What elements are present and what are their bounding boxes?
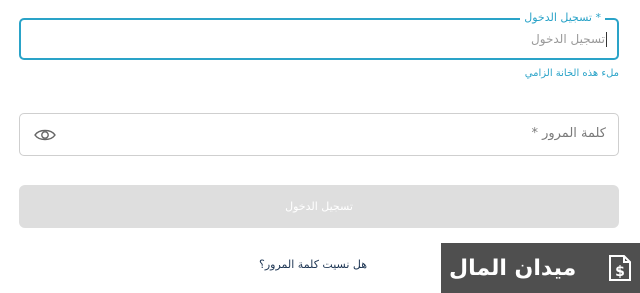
watermark-logo: ميدان المال $ xyxy=(441,243,640,293)
forgot-password-link[interactable]: هل نسيت كلمة المرور؟ xyxy=(259,258,367,271)
password-label: كلمة المرور * xyxy=(531,126,606,141)
login-input[interactable] xyxy=(21,20,617,58)
svg-text:$: $ xyxy=(615,264,625,280)
validation-error: ملء هذه الخانة الزامي xyxy=(524,68,619,79)
watermark-text: ميدان المال xyxy=(449,255,577,281)
dollar-document-icon: $ xyxy=(606,253,634,283)
login-button[interactable]: تسجيل الدخول xyxy=(19,185,619,228)
login-field[interactable]: تسجيل الدخول * xyxy=(19,10,619,60)
eye-icon[interactable] xyxy=(34,126,56,144)
text-caret xyxy=(606,32,607,47)
password-field[interactable]: كلمة المرور * xyxy=(19,113,619,156)
